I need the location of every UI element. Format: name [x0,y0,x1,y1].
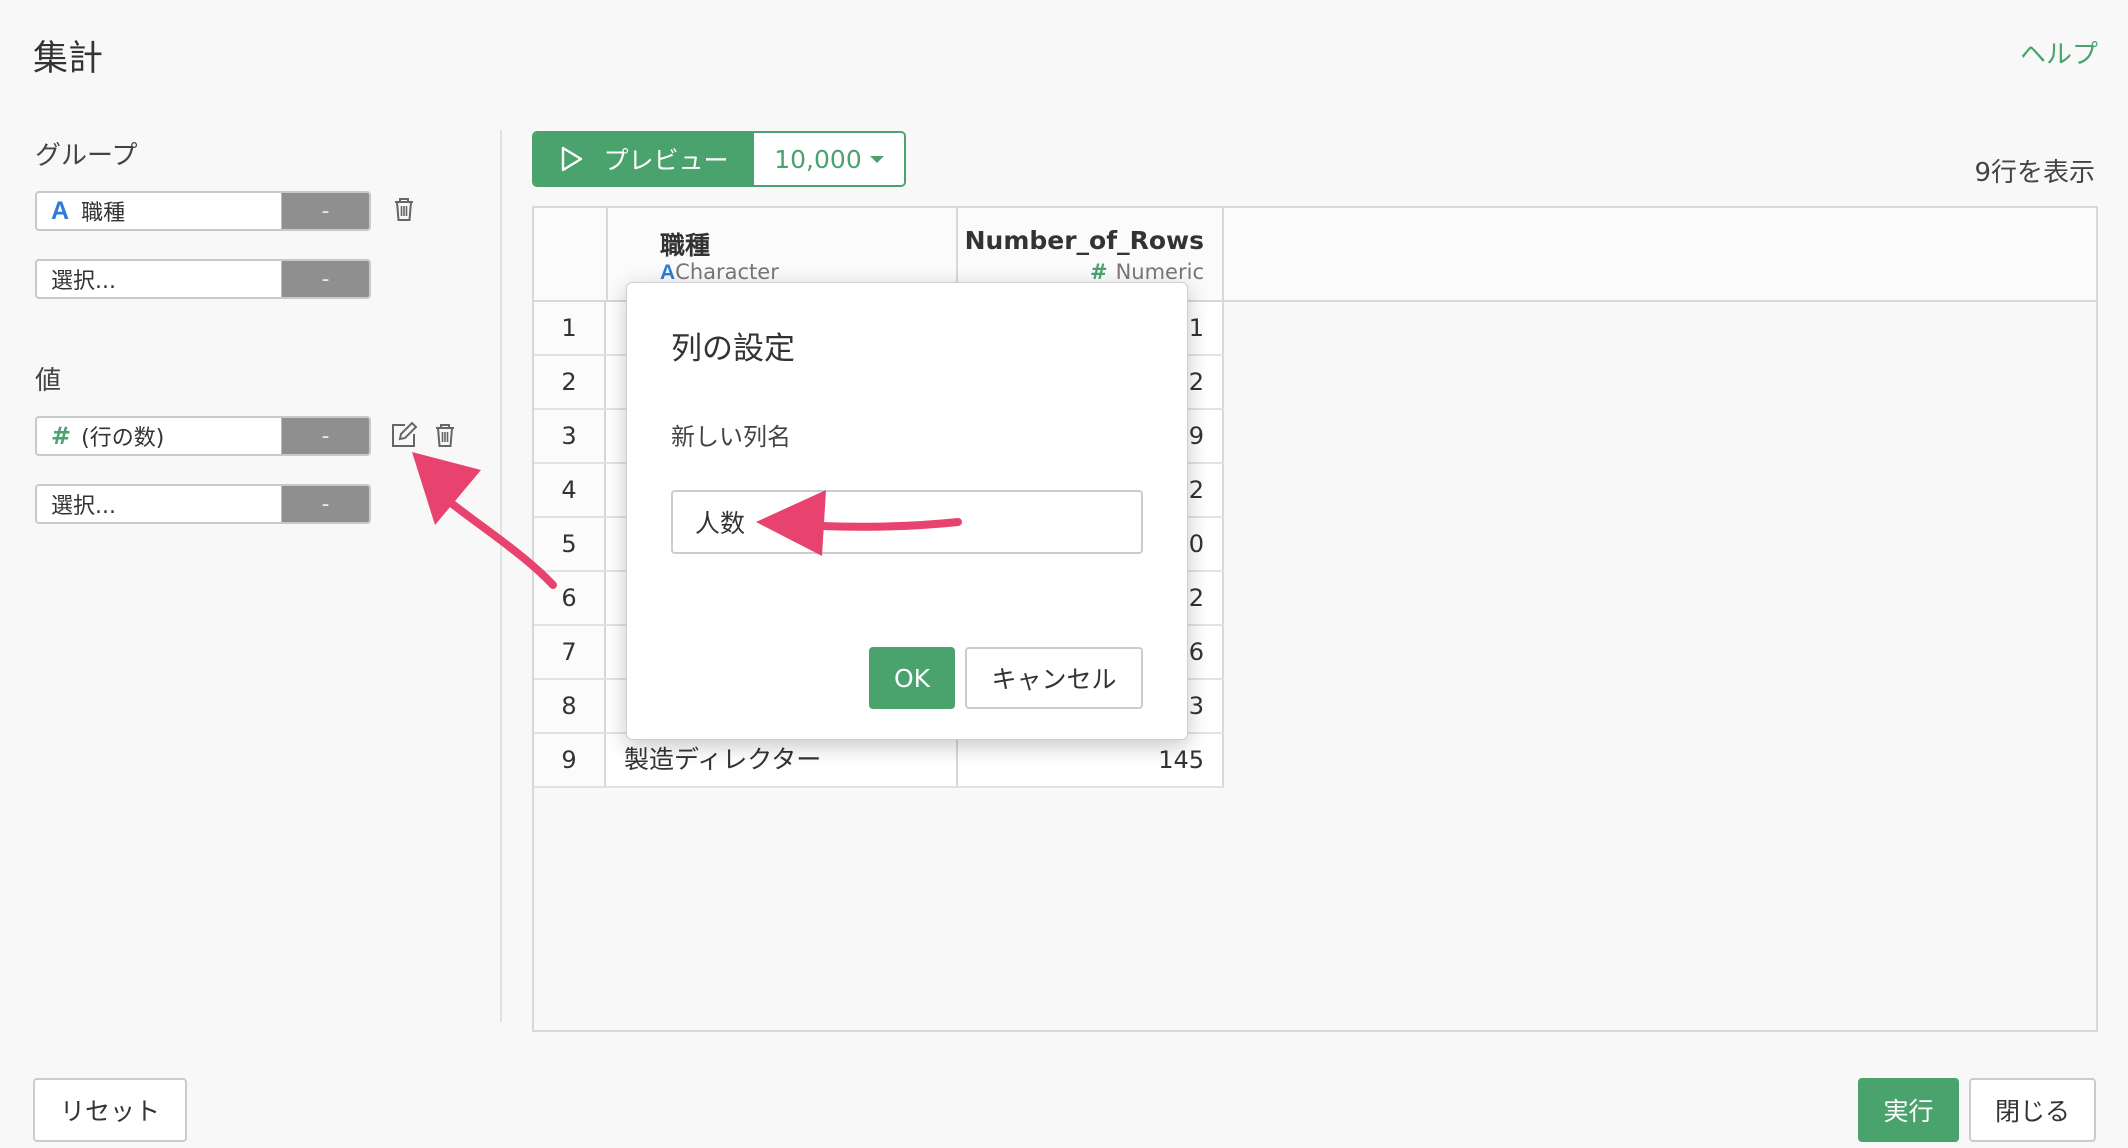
group-select-slot[interactable]: 選択... - [35,259,371,299]
character-type-icon: A [660,261,676,284]
cell-count: 6 [1188,638,1204,666]
value-column-label: (行の数) [81,426,165,451]
cell-count: 145 [1158,746,1204,774]
value-select-slot[interactable]: 選択... - [35,484,371,524]
group-column-label: 職種 [81,201,126,226]
column-settings-dialog: 列の設定 新しい列名 OK キャンセル [626,282,1188,740]
row-number: 6 [534,572,606,624]
table-row: 9 製造ディレクター 145 [534,734,1224,788]
cell-count: 2 [1188,368,1204,396]
row-number: 9 [534,734,606,786]
close-button[interactable]: 閉じる [1969,1078,2096,1142]
character-type-icon: A [51,196,70,225]
play-icon [562,146,583,172]
arrowhead-icon [412,452,481,525]
help-link[interactable]: ヘルプ [2020,34,2098,71]
row-number: 5 [534,518,606,570]
value-section-label: 値 [35,366,62,396]
new-column-name-input[interactable] [671,490,1143,554]
group-select-dropdown[interactable]: - [282,261,369,297]
cell-count: 0 [1188,530,1204,558]
run-button[interactable]: 実行 [1858,1078,1959,1142]
preview-button[interactable]: プレビュー [534,133,754,185]
value-select-dropdown[interactable]: - [282,486,369,522]
row-count-text: 9行を表示 [1974,158,2095,188]
preview-label: プレビュー [603,146,729,175]
numeric-type-icon: # [51,422,72,450]
cell-count: 2 [1188,584,1204,612]
numeric-type-icon: # [1089,260,1108,284]
preview-button-group: プレビュー 10,000 [532,131,906,187]
group-select-placeholder: 選択... [51,269,116,294]
cell-count: 2 [1188,476,1204,504]
reset-button[interactable]: リセット [33,1078,187,1142]
cell-count: 1 [1188,314,1204,342]
rows-limit-dropdown[interactable]: 10,000 [754,133,904,185]
column-name: 職種 [660,231,711,260]
column-type: Numeric [1115,260,1204,284]
rows-limit-value: 10,000 [774,144,862,174]
edit-icon[interactable] [389,421,418,449]
dialog-title: 列の設定 [671,331,795,367]
value-option-dropdown[interactable]: - [282,418,369,454]
cell-job: 製造ディレクター [624,745,822,774]
ok-button[interactable]: OK [869,647,955,709]
row-number: 4 [534,464,606,516]
row-number: 8 [534,680,606,732]
trash-icon[interactable] [391,195,417,223]
value-column-selector[interactable]: # (行の数) - [35,416,371,456]
row-number: 3 [534,410,606,462]
row-number: 1 [534,302,606,354]
cell-count: 3 [1188,692,1204,720]
cell-count: 9 [1188,422,1204,450]
column-type: Character [675,260,779,284]
group-option-dropdown[interactable]: - [282,193,369,229]
row-number: 7 [534,626,606,678]
caret-down-icon [869,155,884,163]
page-title: 集計 [33,39,104,79]
new-column-name-label: 新しい列名 [671,423,791,451]
panel-divider [500,130,502,1022]
column-name: Number_of_Rows [964,226,1204,255]
cancel-button[interactable]: キャンセル [965,647,1143,709]
group-section-label: グループ [35,141,138,171]
trash-icon[interactable] [432,421,458,449]
value-select-placeholder: 選択... [51,494,116,519]
row-number: 2 [534,356,606,408]
row-number-header [534,208,608,300]
group-column-selector[interactable]: A 職種 - [35,191,371,231]
